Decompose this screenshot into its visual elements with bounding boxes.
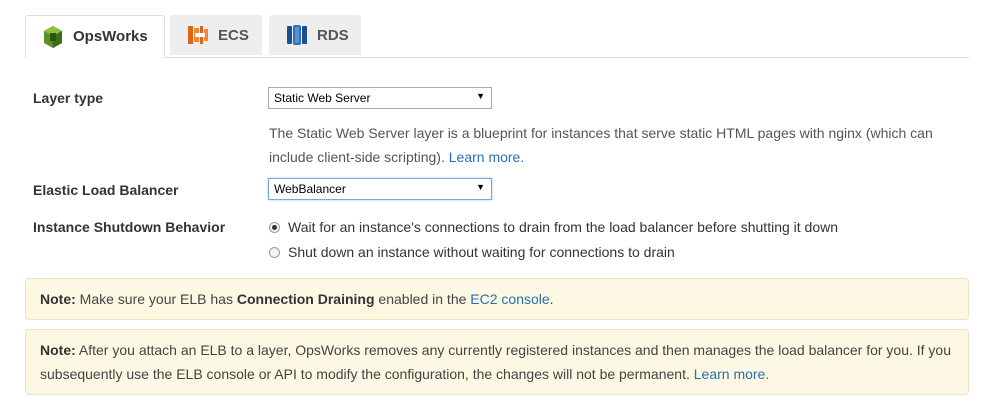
note-text: Make sure your ELB has xyxy=(79,291,233,307)
layer-type-description-text: The Static Web Server layer is a bluepri… xyxy=(269,125,933,165)
tab-opsworks-label: OpsWorks xyxy=(73,28,148,45)
note-text: enabled in the xyxy=(378,291,467,307)
elb-value: WebBalancer xyxy=(274,182,346,196)
shutdown-behavior-label: Instance Shutdown Behavior xyxy=(33,219,226,235)
elb-label: Elastic Load Balancer xyxy=(33,182,179,198)
elb-select[interactable]: WebBalancer ▼ xyxy=(268,178,492,200)
radio-wait[interactable] xyxy=(269,221,280,233)
note-end: . xyxy=(549,291,554,307)
layer-type-description: The Static Web Server layer is a bluepri… xyxy=(269,121,969,169)
note-connection-draining: Note: Make sure your ELB has Connection … xyxy=(25,278,969,320)
radio-option-wait[interactable]: Wait for an instance's connections to dr… xyxy=(269,219,838,235)
ecs-icon xyxy=(186,23,210,47)
note-bold-text: Connection Draining xyxy=(236,291,375,307)
radio-wait-label: Wait for an instance's connections to dr… xyxy=(288,219,839,235)
tab-ecs-label: ECS xyxy=(218,26,249,44)
chevron-down-icon: ▼ xyxy=(476,91,485,101)
radio-no-wait-label: Shut down an instance without waiting fo… xyxy=(288,244,675,260)
layer-type-value: Static Web Server xyxy=(274,91,371,105)
learn-more-link[interactable]: Learn more. xyxy=(449,149,524,165)
ec2-console-link[interactable]: EC2 console xyxy=(470,291,549,307)
note-prefix: Note: xyxy=(40,342,76,358)
note-prefix: Note: xyxy=(40,291,76,307)
radio-option-no-wait[interactable]: Shut down an instance without waiting fo… xyxy=(269,244,675,260)
layer-type-select[interactable]: Static Web Server ▼ xyxy=(268,87,492,109)
chevron-down-icon: ▼ xyxy=(476,182,485,192)
service-tabs: OpsWorks ECS RDS xyxy=(25,15,969,58)
opsworks-icon xyxy=(41,25,65,49)
tab-rds[interactable]: RDS xyxy=(269,15,361,55)
note-text: After you attach an ELB to a layer, OpsW… xyxy=(40,342,952,382)
tab-opsworks[interactable]: OpsWorks xyxy=(25,15,165,58)
tab-rds-label: RDS xyxy=(317,26,349,44)
learn-more-link[interactable]: Learn more. xyxy=(694,366,769,382)
layer-type-label: Layer type xyxy=(33,90,104,106)
rds-icon xyxy=(285,23,309,47)
note-elb-attach: Note: After you attach an ELB to a layer… xyxy=(25,329,969,395)
radio-no-wait[interactable] xyxy=(269,246,280,258)
tab-ecs[interactable]: ECS xyxy=(170,15,262,55)
